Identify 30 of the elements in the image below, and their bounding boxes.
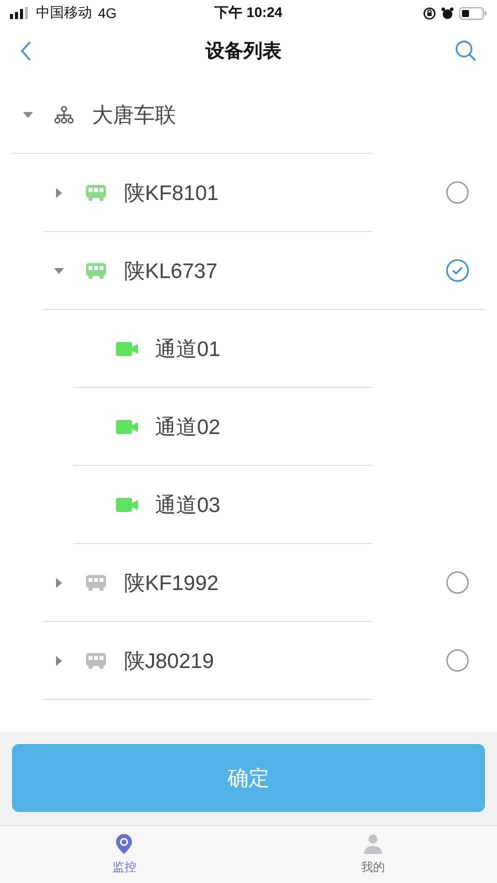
camera-icon <box>116 342 138 356</box>
camera-icon <box>116 498 138 512</box>
location-pin-icon <box>114 833 134 855</box>
select-checkbox[interactable] <box>446 649 469 672</box>
select-checkbox[interactable] <box>446 571 469 594</box>
tab-item[interactable]: 监控 <box>0 826 248 883</box>
carrier-name: 中国移动 <box>36 4 92 22</box>
vehicle-plate[interactable]: 陕KF1992 <box>124 568 219 596</box>
vehicle-plate[interactable]: 陕KF8101 <box>124 178 219 206</box>
person-icon <box>362 833 383 855</box>
select-checkbox[interactable] <box>446 181 469 204</box>
rotation-lock-icon <box>423 6 436 20</box>
camera-icon <box>116 420 138 434</box>
vehicle-plate[interactable]: 陕KL6737 <box>124 256 218 284</box>
hierarchy-icon <box>54 104 74 124</box>
signal-icon <box>10 7 30 19</box>
clock-time: 下午 10:24 <box>214 4 282 20</box>
battery-icon <box>459 6 487 20</box>
select-checkbox[interactable] <box>446 259 469 282</box>
channel-name[interactable]: 通道01 <box>155 334 220 362</box>
alarm-icon <box>441 6 454 20</box>
group-name[interactable]: 大唐车联 <box>92 100 176 128</box>
back-icon[interactable] <box>20 41 32 61</box>
channel-name[interactable]: 通道03 <box>155 490 220 518</box>
channel-name[interactable]: 通道02 <box>155 412 220 440</box>
search-icon[interactable] <box>455 40 477 62</box>
tab-item[interactable]: 我的 <box>248 826 497 883</box>
network-type: 4G <box>98 5 117 21</box>
vehicle-plate[interactable]: 陕J80219 <box>124 646 214 674</box>
page-title: 设备列表 <box>206 40 282 64</box>
